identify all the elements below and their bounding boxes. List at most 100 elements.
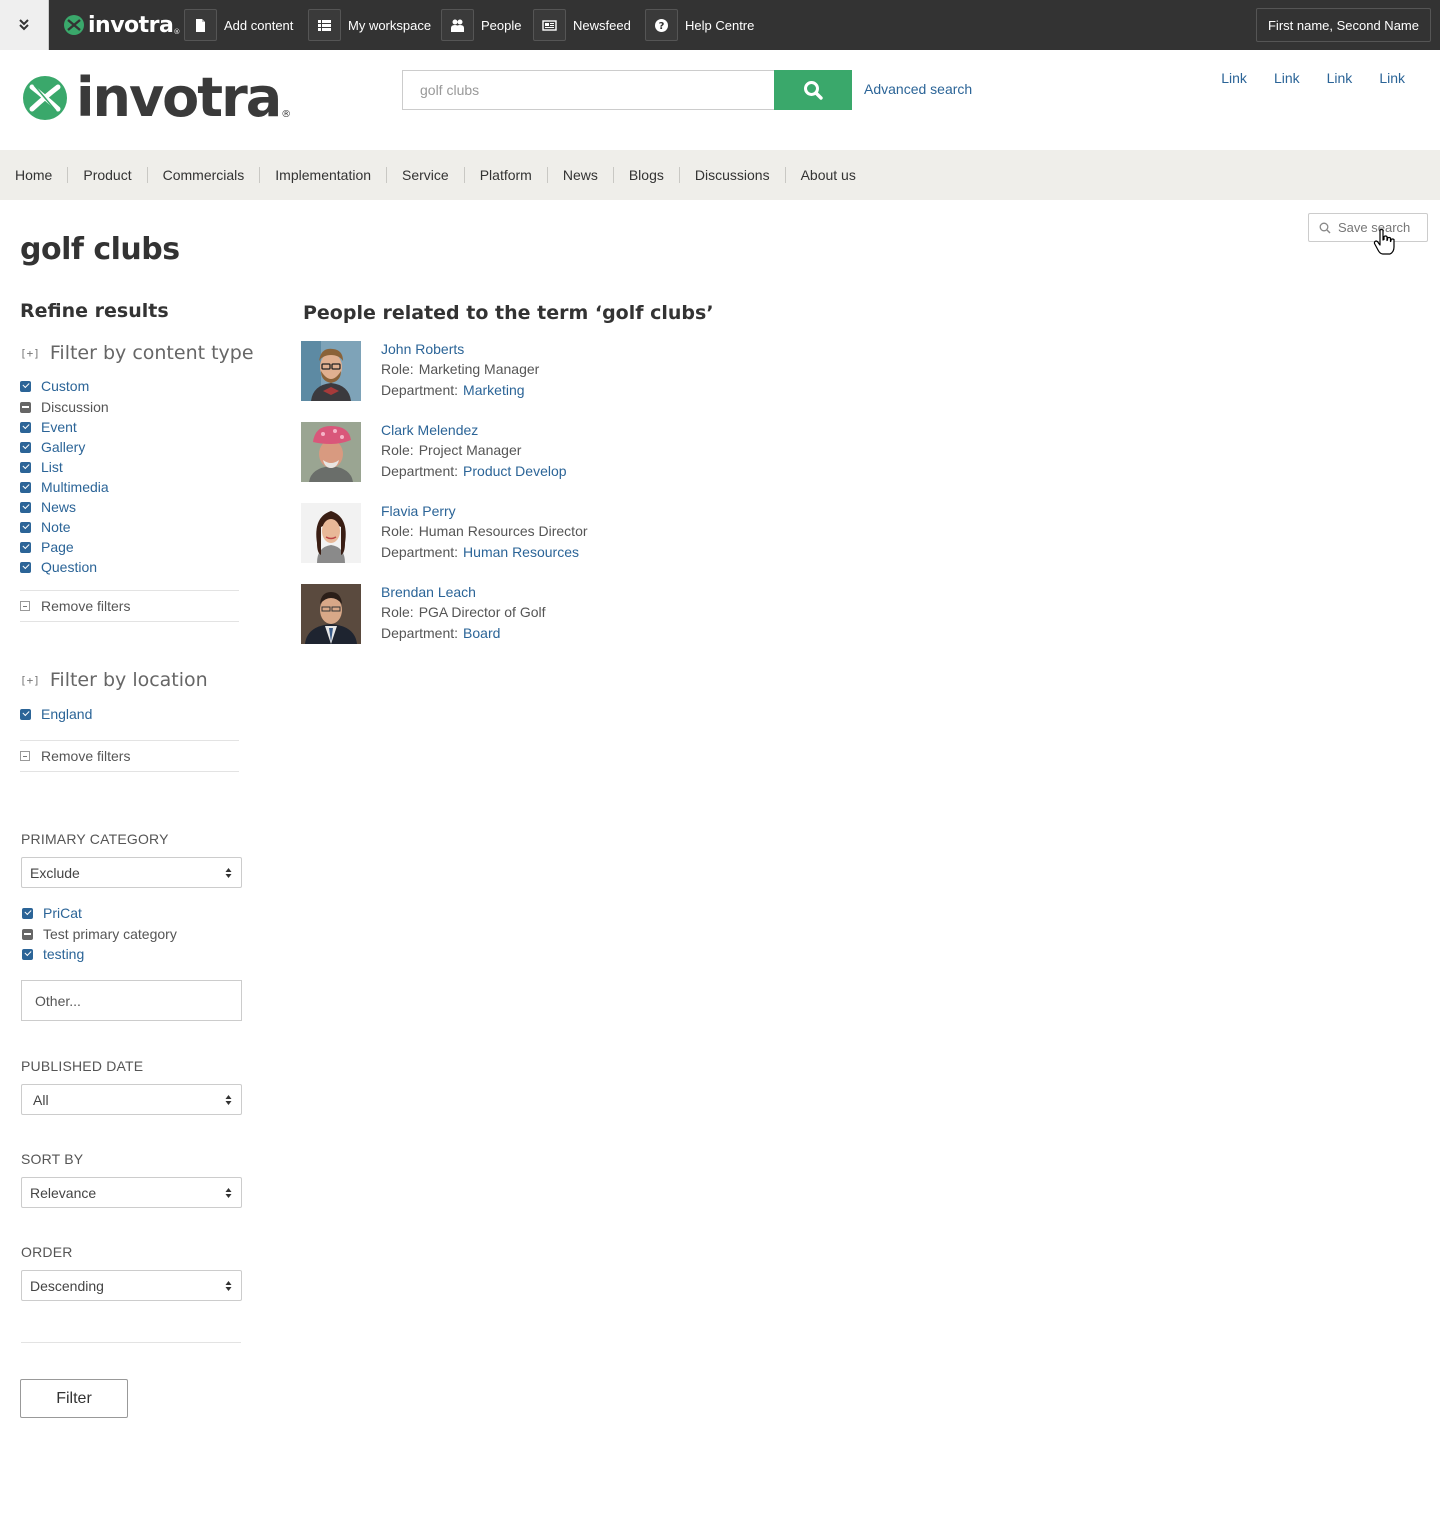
checkbox-label[interactable]: Event	[41, 419, 77, 435]
avatar[interactable]	[301, 584, 361, 644]
nav-item-commercials[interactable]: Commercials	[146, 167, 260, 183]
checkbox-item[interactable]: News	[20, 497, 109, 517]
header-link[interactable]: Link	[1327, 70, 1353, 86]
toolbar-people[interactable]: People	[441, 9, 521, 41]
toolbar-logo[interactable]: invotra ®	[63, 12, 180, 38]
checkbox-item[interactable]: England	[20, 704, 92, 724]
toolbar-newsfeed-label: Newsfeed	[573, 17, 631, 33]
nav-item-news[interactable]: News	[546, 167, 613, 183]
checkbox-label[interactable]: Note	[41, 519, 71, 535]
search-input[interactable]	[402, 70, 775, 110]
checkbox-item[interactable]: Question	[20, 557, 109, 577]
primary-category-select[interactable]: Exclude	[21, 857, 242, 888]
checkbox-checked-icon[interactable]	[20, 461, 31, 473]
sort-by-select[interactable]: Relevance	[21, 1177, 242, 1208]
toolbar-newsfeed[interactable]: Newsfeed	[533, 9, 631, 41]
other-category-input[interactable]: Other...	[21, 980, 242, 1021]
search-button[interactable]	[774, 70, 852, 110]
checkbox-item[interactable]: Event	[20, 417, 109, 437]
checkbox-item[interactable]: testing	[22, 944, 177, 964]
location-filter-heading[interactable]: [+] Filter by location	[20, 669, 208, 691]
checkbox-label[interactable]: Discussion	[41, 399, 109, 415]
save-search-button[interactable]: Save search	[1308, 213, 1428, 242]
nav-item-about-us[interactable]: About us	[784, 167, 871, 183]
checkbox-item[interactable]: Discussion	[20, 397, 109, 417]
checkbox-checked-icon[interactable]	[20, 421, 31, 433]
avatar[interactable]	[301, 503, 361, 563]
nav-item-blogs[interactable]: Blogs	[612, 167, 679, 183]
nav-item-discussions[interactable]: Discussions	[678, 167, 785, 183]
person-name-link[interactable]: Clark Melendez	[381, 422, 478, 438]
checkbox-item[interactable]: List	[20, 457, 109, 477]
checkbox-item[interactable]: Page	[20, 537, 109, 557]
published-date-select[interactable]: All	[21, 1084, 242, 1115]
person-name-link[interactable]: Brendan Leach	[381, 584, 476, 600]
person-photo-icon	[301, 341, 361, 401]
content-type-filter-heading[interactable]: [+] Filter by content type	[20, 342, 254, 364]
checkbox-item[interactable]: PriCat	[22, 903, 177, 923]
expand-toggle-icon[interactable]: [+]	[20, 674, 40, 687]
header-link[interactable]: Link	[1379, 70, 1405, 86]
checkbox-label[interactable]: Custom	[41, 378, 89, 394]
department-link[interactable]: Product Develop	[463, 463, 567, 479]
checkbox-checked-icon[interactable]	[20, 441, 31, 453]
avatar[interactable]	[301, 341, 361, 401]
checkbox-checked-icon[interactable]	[20, 561, 31, 573]
checkbox-checked-icon[interactable]	[20, 541, 31, 553]
avatar[interactable]	[301, 422, 361, 482]
department-key: Department:	[381, 625, 459, 641]
checkbox-checked-icon[interactable]	[20, 380, 31, 392]
toolbar-add-content[interactable]: Add content	[184, 9, 293, 41]
site-logo[interactable]: invotra ®	[22, 71, 291, 125]
checkbox-label[interactable]: Page	[41, 539, 74, 555]
checkbox-checked-icon[interactable]	[22, 948, 33, 960]
checkbox-label[interactable]: Question	[41, 559, 97, 575]
nav-item-home[interactable]: Home	[0, 167, 67, 183]
toolbar-my-workspace[interactable]: My workspace	[308, 9, 431, 41]
toolbar-help-centre-label: Help Centre	[685, 17, 755, 33]
department-link[interactable]: Human Resources	[463, 544, 579, 560]
checkbox-checked-icon[interactable]	[20, 708, 31, 720]
remove-filters-button[interactable]: Remove filters	[20, 740, 239, 772]
order-select[interactable]: Descending	[21, 1270, 242, 1301]
advanced-search-link[interactable]: Advanced search	[864, 81, 972, 97]
checkbox-checked-icon[interactable]	[22, 907, 33, 919]
checkbox-label[interactable]: England	[41, 706, 92, 722]
checkbox-item[interactable]: Test primary category	[22, 924, 177, 944]
checkbox-checked-icon[interactable]	[20, 521, 31, 533]
person-result: Brendan Leach Role: PGA Director of Golf …	[301, 584, 801, 646]
department-link[interactable]: Marketing	[463, 382, 524, 398]
nav-item-service[interactable]: Service	[386, 167, 464, 183]
filter-button[interactable]: Filter	[20, 1379, 128, 1418]
checkbox-checked-icon[interactable]	[20, 501, 31, 513]
expand-toggle-icon[interactable]: [+]	[20, 347, 40, 360]
help-icon: ?	[655, 18, 668, 32]
nav-item-platform[interactable]: Platform	[463, 167, 547, 183]
toolbar-help-centre[interactable]: ? Help Centre	[645, 9, 754, 41]
checkbox-checked-icon[interactable]	[20, 481, 31, 493]
checkbox-partial-icon[interactable]	[20, 401, 31, 413]
nav-item-implementation[interactable]: Implementation	[259, 167, 386, 183]
checkbox-label[interactable]: testing	[43, 946, 84, 962]
header-link[interactable]: Link	[1274, 70, 1300, 86]
toolbar-toggle[interactable]	[0, 0, 49, 50]
user-menu-button[interactable]: First name, Second Name	[1255, 8, 1431, 42]
person-name-link[interactable]: John Roberts	[381, 341, 464, 357]
header-link[interactable]: Link	[1221, 70, 1247, 86]
nav-item-product[interactable]: Product	[67, 167, 146, 183]
checkbox-label[interactable]: List	[41, 459, 63, 475]
checkbox-label[interactable]: Gallery	[41, 439, 85, 455]
checkbox-label[interactable]: News	[41, 499, 76, 515]
department-link[interactable]: Board	[463, 625, 500, 641]
checkbox-item[interactable]: Custom	[20, 376, 109, 396]
checkbox-item[interactable]: Multimedia	[20, 477, 109, 497]
person-name-link[interactable]: Flavia Perry	[381, 503, 456, 519]
select-value: All	[33, 1091, 49, 1108]
checkbox-item[interactable]: Note	[20, 517, 109, 537]
checkbox-label[interactable]: PriCat	[43, 905, 82, 921]
checkbox-label[interactable]: Multimedia	[41, 479, 109, 495]
checkbox-partial-icon[interactable]	[22, 928, 33, 940]
remove-filters-button[interactable]: Remove filters	[20, 590, 239, 622]
checkbox-label[interactable]: Test primary category	[43, 926, 177, 942]
checkbox-item[interactable]: Gallery	[20, 437, 109, 457]
